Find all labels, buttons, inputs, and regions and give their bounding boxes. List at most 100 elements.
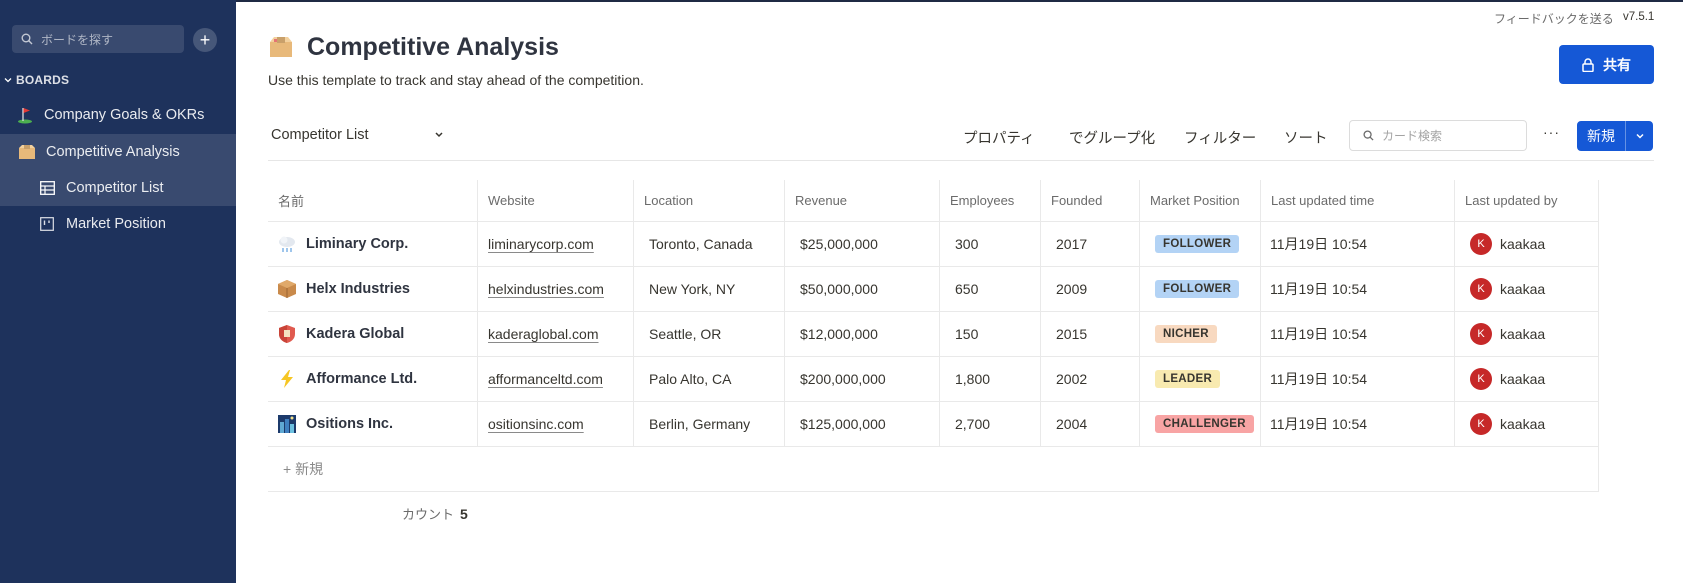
- share-button[interactable]: 共有: [1559, 45, 1654, 84]
- founded-cell[interactable]: 2009: [1041, 267, 1140, 311]
- employees-cell[interactable]: 300: [940, 222, 1041, 266]
- name-cell[interactable]: Kadera Global: [268, 312, 478, 356]
- table-row[interactable]: Ositions Inc. ositionsinc.com Berlin, Ge…: [268, 402, 1599, 447]
- market-position-cell[interactable]: LEADER: [1140, 357, 1261, 401]
- column-header-last-updated-by[interactable]: Last updated by: [1455, 180, 1599, 221]
- market-position-cell[interactable]: FOLLOWER: [1140, 267, 1261, 311]
- last-updated-by-cell[interactable]: Kkaakaa: [1455, 222, 1599, 266]
- website-link[interactable]: ositionsinc.com: [488, 416, 584, 432]
- filter-button[interactable]: フィルター: [1184, 127, 1256, 148]
- last-updated-time-cell[interactable]: 11月19日 10:54: [1261, 267, 1455, 311]
- column-header-revenue[interactable]: Revenue: [785, 180, 940, 221]
- count-value: 5: [460, 506, 468, 522]
- name-cell[interactable]: Helx Industries: [268, 267, 478, 311]
- last-updated-by-cell[interactable]: Kkaakaa: [1455, 402, 1599, 446]
- table-row[interactable]: Afformance Ltd. afformanceltd.com Palo A…: [268, 357, 1599, 402]
- last-updated-time-cell[interactable]: 11月19日 10:54: [1261, 357, 1455, 401]
- table-row[interactable]: Liminary Corp. liminarycorp.com Toronto,…: [268, 222, 1599, 267]
- website-cell[interactable]: liminarycorp.com: [478, 222, 634, 266]
- employees-cell[interactable]: 2,700: [940, 402, 1041, 446]
- market-position-cell[interactable]: FOLLOWER: [1140, 222, 1261, 266]
- market-position-cell[interactable]: NICHER: [1140, 312, 1261, 356]
- website-cell[interactable]: kaderaglobal.com: [478, 312, 634, 356]
- column-header-market-position[interactable]: Market Position: [1140, 180, 1261, 221]
- chevron-down-icon[interactable]: [434, 127, 444, 145]
- name-cell[interactable]: Liminary Corp.: [268, 222, 478, 266]
- last-updated-time-cell[interactable]: 11月19日 10:54: [1261, 222, 1455, 266]
- website-link[interactable]: afformanceltd.com: [488, 371, 603, 387]
- revenue-cell[interactable]: $50,000,000: [785, 267, 940, 311]
- night-city-icon: [277, 415, 297, 433]
- sidebar-item-competitor-list[interactable]: Competitor List: [0, 170, 236, 206]
- employees-cell[interactable]: 1,800: [940, 357, 1041, 401]
- view-selector[interactable]: Competitor List: [271, 127, 369, 143]
- sort-button[interactable]: ソート: [1284, 127, 1328, 148]
- sidebar-item-label: Competitive Analysis: [46, 144, 180, 160]
- employees-cell[interactable]: 650: [940, 267, 1041, 311]
- location-cell[interactable]: Toronto, Canada: [634, 222, 785, 266]
- revenue-cell[interactable]: $12,000,000: [785, 312, 940, 356]
- avatar: K: [1470, 368, 1492, 390]
- founded-cell[interactable]: 2004: [1041, 402, 1140, 446]
- founded-cell[interactable]: 2002: [1041, 357, 1140, 401]
- new-card-button[interactable]: 新規: [1577, 121, 1653, 151]
- username: kaakaa: [1500, 281, 1546, 297]
- website-cell[interactable]: afformanceltd.com: [478, 357, 634, 401]
- more-options-button[interactable]: ···: [1543, 124, 1560, 140]
- add-board-button[interactable]: +: [193, 28, 217, 52]
- revenue-cell[interactable]: $200,000,000: [785, 357, 940, 401]
- last-updated-by-cell[interactable]: Kkaakaa: [1455, 312, 1599, 356]
- board-search-input[interactable]: ボードを探す: [12, 25, 184, 53]
- website-cell[interactable]: helxindustries.com: [478, 267, 634, 311]
- last-updated-by-cell[interactable]: Kkaakaa: [1455, 357, 1599, 401]
- location-cell[interactable]: Palo Alto, CA: [634, 357, 785, 401]
- last-updated-by-cell[interactable]: Kkaakaa: [1455, 267, 1599, 311]
- sidebar-item-market-position[interactable]: Market Position: [0, 206, 236, 242]
- new-label[interactable]: 新規: [1577, 121, 1626, 151]
- chevron-down-icon[interactable]: [1626, 121, 1653, 151]
- last-updated-time-cell[interactable]: 11月19日 10:54: [1261, 402, 1455, 446]
- market-position-cell[interactable]: CHALLENGER: [1140, 402, 1261, 446]
- boards-section-header[interactable]: BOARDS: [4, 73, 69, 87]
- page-title[interactable]: Competitive Analysis: [307, 33, 559, 62]
- website-link[interactable]: liminarycorp.com: [488, 236, 594, 252]
- username: kaakaa: [1500, 416, 1546, 432]
- sidebar-item-company-goals[interactable]: Company Goals & OKRs: [0, 97, 236, 133]
- page-description[interactable]: Use this template to track and stay ahea…: [268, 72, 644, 88]
- box-icon[interactable]: [269, 36, 293, 63]
- location-cell[interactable]: Berlin, Germany: [634, 402, 785, 446]
- location-cell[interactable]: New York, NY: [634, 267, 785, 311]
- properties-button[interactable]: プロパティ: [963, 127, 1035, 148]
- add-row-button[interactable]: + 新規: [268, 447, 1599, 492]
- sidebar-item-competitive-analysis[interactable]: Competitive Analysis: [0, 134, 236, 170]
- website-link[interactable]: kaderaglobal.com: [488, 326, 599, 342]
- last-updated-time-cell[interactable]: 11月19日 10:54: [1261, 312, 1455, 356]
- employees-cell[interactable]: 150: [940, 312, 1041, 356]
- website-cell[interactable]: ositionsinc.com: [478, 402, 634, 446]
- search-icon: [1363, 130, 1374, 141]
- column-header-last-updated-time[interactable]: Last updated time: [1261, 180, 1455, 221]
- table-row[interactable]: Kadera Global kaderaglobal.com Seattle, …: [268, 312, 1599, 357]
- name-cell[interactable]: Ositions Inc.: [268, 402, 478, 446]
- column-header-location[interactable]: Location: [634, 180, 785, 221]
- founded-cell[interactable]: 2015: [1041, 312, 1140, 356]
- revenue-cell[interactable]: $125,000,000: [785, 402, 940, 446]
- column-header-name[interactable]: 名前: [268, 180, 478, 221]
- card-search-input[interactable]: カード検索: [1349, 120, 1527, 151]
- website-link[interactable]: helxindustries.com: [488, 281, 604, 297]
- company-name: Ositions Inc.: [306, 416, 394, 432]
- company-name: Liminary Corp.: [306, 236, 409, 252]
- avatar: K: [1470, 233, 1492, 255]
- feedback-link[interactable]: フィードバックを送る: [1494, 10, 1614, 27]
- column-header-founded[interactable]: Founded: [1041, 180, 1140, 221]
- status-badge: FOLLOWER: [1155, 280, 1240, 298]
- location-cell[interactable]: Seattle, OR: [634, 312, 785, 356]
- username: kaakaa: [1500, 236, 1546, 252]
- table-row[interactable]: Helx Industries helxindustries.com New Y…: [268, 267, 1599, 312]
- name-cell[interactable]: Afformance Ltd.: [268, 357, 478, 401]
- revenue-cell[interactable]: $25,000,000: [785, 222, 940, 266]
- group-by-button[interactable]: でグループ化: [1069, 127, 1155, 148]
- column-header-employees[interactable]: Employees: [940, 180, 1041, 221]
- founded-cell[interactable]: 2017: [1041, 222, 1140, 266]
- column-header-website[interactable]: Website: [478, 180, 634, 221]
